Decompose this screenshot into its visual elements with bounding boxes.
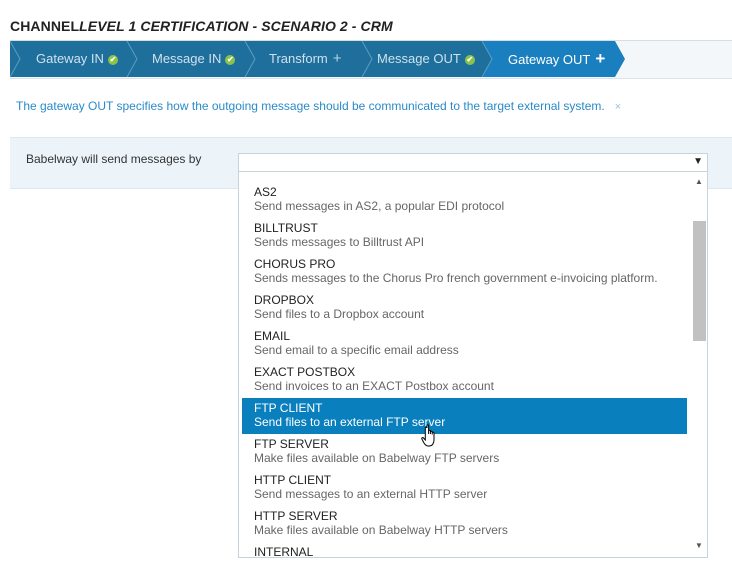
option-name: FTP SERVER [254, 437, 329, 451]
option-billtrust[interactable]: BILLTRUST Sends messages to Billtrust AP… [242, 218, 687, 254]
option-description: Make files available on Babelway FTP ser… [254, 451, 500, 465]
option-exact-postbox[interactable]: EXACT POSTBOX Send invoices to an EXACT … [242, 362, 687, 398]
wizard-steps: Gateway IN ✔ Message IN ✔ Transform + Messa… [10, 41, 732, 79]
page-title: CHANNELLEVEL 1 CERTIFICATION - SCENARIO … [10, 18, 393, 34]
dropdown-arrow-icon[interactable]: ▼ [693, 156, 703, 167]
scrollbar-thumb[interactable] [693, 221, 706, 341]
step-message-out[interactable]: Message OUT ✔ [377, 41, 475, 77]
option-name: HTTP SERVER [254, 509, 338, 523]
option-name: BILLTRUST [254, 221, 318, 235]
option-name: DROPBOX [254, 293, 315, 307]
info-text: The gateway OUT specifies how the outgoi… [16, 99, 605, 113]
option-http-client[interactable]: HTTP CLIENT Send messages to an external… [242, 470, 687, 506]
option-internal[interactable]: INTERNAL [242, 542, 687, 558]
check-icon: ✔ [107, 55, 118, 65]
step-label-gateway-in: Gateway IN [36, 51, 104, 66]
option-chorus-pro[interactable]: CHORUS PRO Sends messages to the Chorus … [242, 254, 687, 290]
send-method-select[interactable]: ▼ [238, 153, 708, 172]
option-name: INTERNAL [254, 545, 314, 558]
hand-pointer-cursor-icon [421, 424, 435, 447]
option-name: HTTP CLIENT [254, 473, 332, 487]
title-prefix: CHANNEL [10, 18, 80, 34]
step-label-gateway-out: Gateway OUT [508, 52, 591, 67]
option-description: Send messages to an external HTTP server [254, 487, 488, 501]
send-method-dropdown-list: AS2 Send messages in AS2, a popular EDI … [238, 172, 708, 558]
option-ftp-server[interactable]: FTP SERVER Make files available on Babel… [242, 434, 687, 470]
option-name: AS2 [254, 185, 277, 199]
step-gateway-out[interactable]: Gateway OUT + [508, 41, 605, 77]
scroll-down-arrow-icon[interactable]: ▼ [695, 542, 703, 550]
option-http-server[interactable]: HTTP SERVER Make files available on Babe… [242, 506, 687, 542]
option-description: Send files to an external FTP server [254, 415, 446, 429]
option-name: FTP CLIENT [254, 401, 323, 415]
step-message-in[interactable]: Message IN ✔ [152, 41, 236, 77]
option-email[interactable]: EMAIL Send email to a specific email add… [242, 326, 687, 362]
option-name: EXACT POSTBOX [254, 365, 356, 379]
step-gateway-in[interactable]: Gateway IN ✔ [36, 41, 118, 77]
scroll-up-arrow-icon[interactable]: ▲ [695, 178, 703, 186]
plus-icon: + [332, 50, 342, 67]
send-method-label: Babelway will send messages by [26, 152, 202, 166]
option-description: Send email to a specific email address [254, 343, 459, 357]
option-description: Make files available on Babelway HTTP se… [254, 523, 508, 537]
option-dropbox[interactable]: DROPBOX Send files to a Dropbox account [242, 290, 687, 326]
step-label-transform: Transform [269, 51, 328, 66]
plus-icon: + [595, 49, 606, 68]
title-main: LEVEL 1 CERTIFICATION - SCENARIO 2 - CRM [79, 18, 393, 34]
option-ftp-client[interactable]: FTP CLIENT Send files to an external FTP… [242, 398, 687, 434]
step-label-message-in: Message IN [152, 51, 222, 66]
option-description: Send messages in AS2, a popular EDI prot… [254, 199, 505, 213]
option-description: Sends messages to the Chorus Pro french … [254, 271, 658, 285]
info-message: The gateway OUT specifies how the outgoi… [16, 99, 621, 113]
step-label-message-out: Message OUT [377, 51, 461, 66]
check-icon: ✔ [464, 55, 475, 65]
option-as2[interactable]: AS2 Send messages in AS2, a popular EDI … [242, 182, 687, 218]
wizard-steps-graphic [10, 41, 625, 78]
check-icon: ✔ [225, 55, 236, 65]
option-description: Sends messages to Billtrust API [254, 235, 425, 249]
option-name: EMAIL [254, 329, 291, 343]
step-transform[interactable]: Transform + [269, 41, 342, 77]
option-description: Send invoices to an EXACT Postbox accoun… [254, 379, 494, 393]
dropdown-scrollbar[interactable]: ▲ ▼ [693, 176, 706, 554]
close-icon[interactable]: × [615, 101, 621, 113]
option-name: CHORUS PRO [254, 257, 336, 271]
option-description: Send files to a Dropbox account [254, 307, 425, 321]
